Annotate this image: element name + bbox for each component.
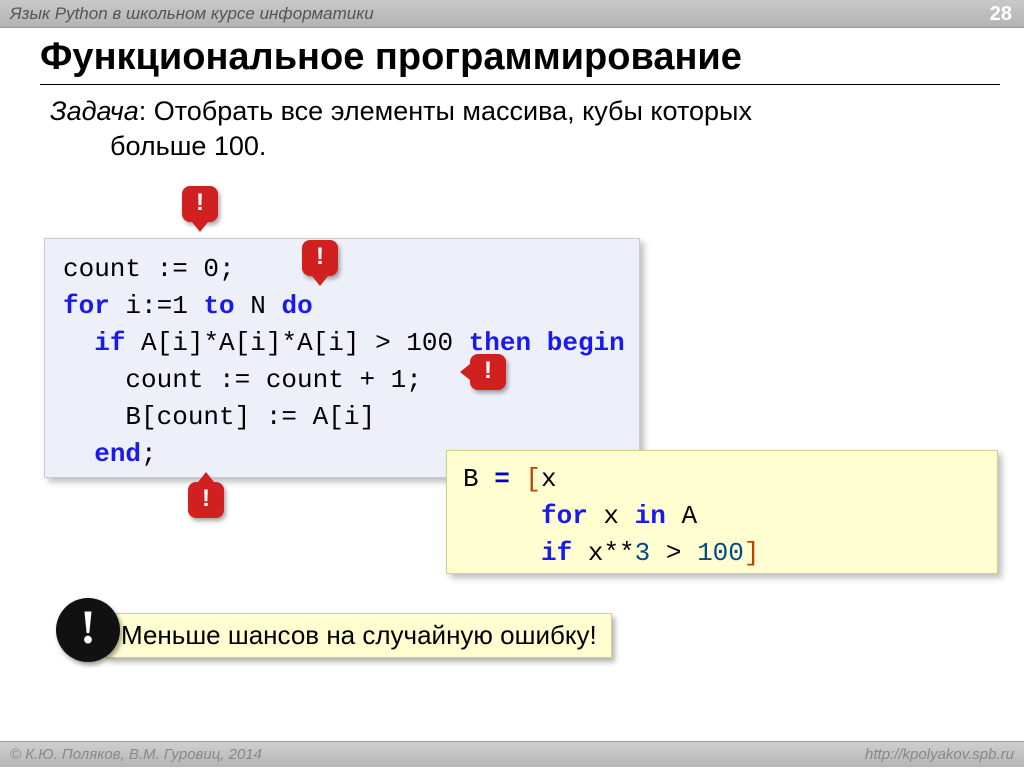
pascal-semi: ; [141, 439, 157, 469]
pascal-ieq: i:=1 [110, 291, 204, 321]
kw-begin: begin [547, 328, 625, 358]
slide-title: Функциональное программирование [40, 36, 742, 79]
warn-bubble-4: ! [188, 482, 224, 518]
python-code-box: B = [x for x in A if x**3 > 100] [446, 450, 998, 574]
py-rbracket: ] [744, 538, 760, 568]
warn-bubble-2: ! [302, 240, 338, 276]
pascal-N: N [235, 291, 282, 321]
pascal-line4: count := count + 1; [63, 365, 422, 395]
title-rule [40, 84, 1000, 85]
task-lead: Задача [50, 96, 139, 126]
py-gt: > [650, 538, 697, 568]
pascal-line5: B[count] := A[i] [63, 402, 375, 432]
task-line2: больше 100. [50, 129, 984, 164]
py-xpow: x** [572, 538, 634, 568]
page-number: 28 [990, 0, 1012, 28]
warn-bubble-1: ! [182, 186, 218, 222]
kw-end: end [94, 439, 141, 469]
pascal-cond: A[i]*A[i]*A[i] > 100 [125, 328, 468, 358]
py-100: 100 [697, 538, 744, 568]
py-pad1 [463, 501, 541, 531]
warn-bubble-3: ! [470, 354, 506, 390]
slide: Язык Python в школьном курсе информатики… [0, 0, 1024, 767]
footer-url: http://kpolyakov.spb.ru [865, 742, 1014, 768]
kw-if: if [94, 328, 125, 358]
py-for: for [541, 501, 588, 531]
kw-for: for [63, 291, 110, 321]
kw-to: to [203, 291, 234, 321]
py-A: A [666, 501, 697, 531]
footer-credits: © К.Ю. Поляков, В.М. Гуровиц, 2014 [10, 746, 262, 763]
py-in: in [635, 501, 666, 531]
py-lhs: B [463, 464, 494, 494]
header-bar: Язык Python в школьном курсе информатики… [0, 0, 1024, 28]
pascal-line1: count := 0; [63, 254, 235, 284]
py-3: 3 [635, 538, 651, 568]
hint-disc-icon: ! [56, 598, 120, 662]
hint-callout: Меньше шансов на случайную ошибку! [106, 613, 612, 658]
py-if: if [541, 538, 572, 568]
py-eq: = [494, 464, 510, 494]
pascal-code-box: count := 0; for i:=1 to N do if A[i]*A[i… [44, 238, 640, 478]
py-pad2 [463, 538, 541, 568]
py-x2: x [588, 501, 635, 531]
footer-bar: © К.Ю. Поляков, В.М. Гуровиц, 2014 http:… [0, 741, 1024, 767]
py-x: x [541, 464, 557, 494]
task-text: Задача: Отобрать все элементы массива, к… [50, 94, 984, 164]
task-line1: : Отобрать все элементы массива, кубы ко… [139, 96, 752, 126]
py-lbracket: [ [510, 464, 541, 494]
kw-do: do [281, 291, 312, 321]
course-title: Язык Python в школьном курсе информатики [10, 4, 374, 23]
